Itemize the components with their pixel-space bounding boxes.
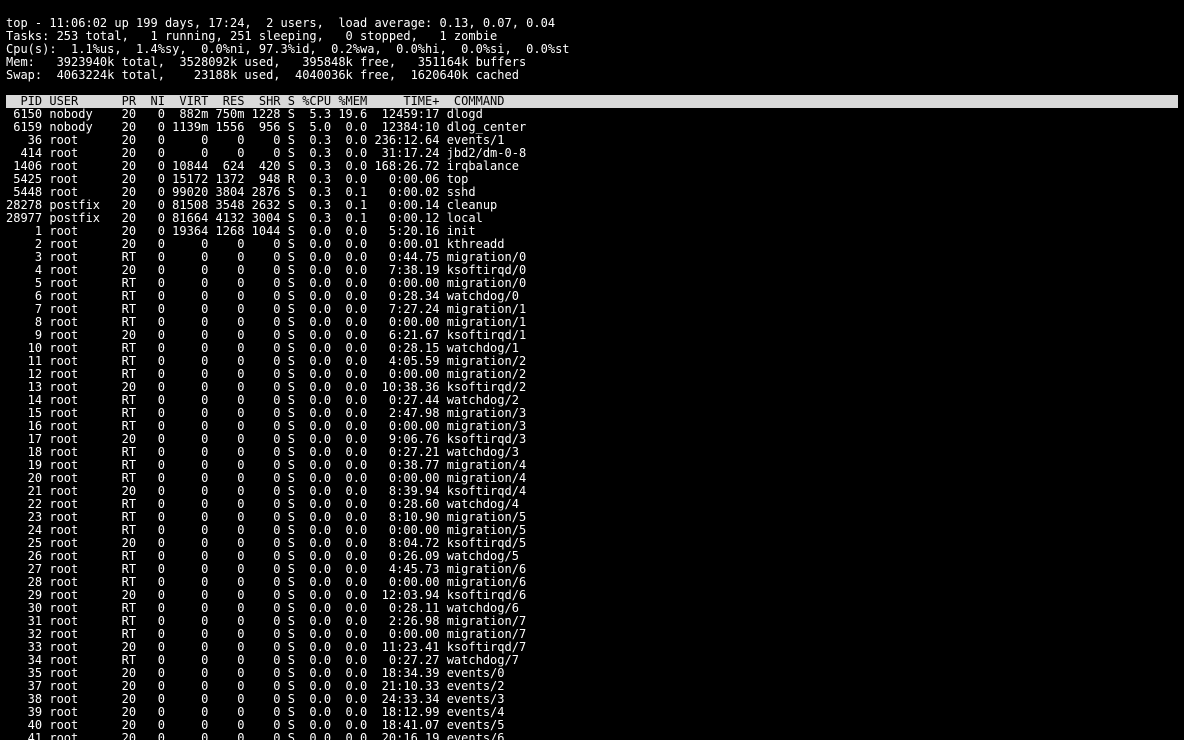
process-table-body: 6150 nobody 20 0 882m 750m 1228 S 5.3 19… (6, 108, 1178, 740)
summary-line-tasks: Tasks: 253 total, 1 running, 251 sleepin… (6, 29, 497, 43)
summary-line-swap: Swap: 4063224k total, 23188k used, 40400… (6, 68, 519, 82)
process-row: 41 root 20 0 0 0 0 S 0.0 0.0 20:16.19 ev… (6, 732, 1178, 740)
summary-line-time: top - 11:06:02 up 199 days, 17:24, 2 use… (6, 16, 555, 30)
blank-line (6, 81, 13, 95)
summary-line-cpu: Cpu(s): 1.1%us, 1.4%sy, 0.0%ni, 97.3%id,… (6, 42, 570, 56)
summary-line-mem: Mem: 3923940k total, 3528092k used, 3958… (6, 55, 526, 69)
terminal-output[interactable]: top - 11:06:02 up 199 days, 17:24, 2 use… (0, 0, 1184, 740)
